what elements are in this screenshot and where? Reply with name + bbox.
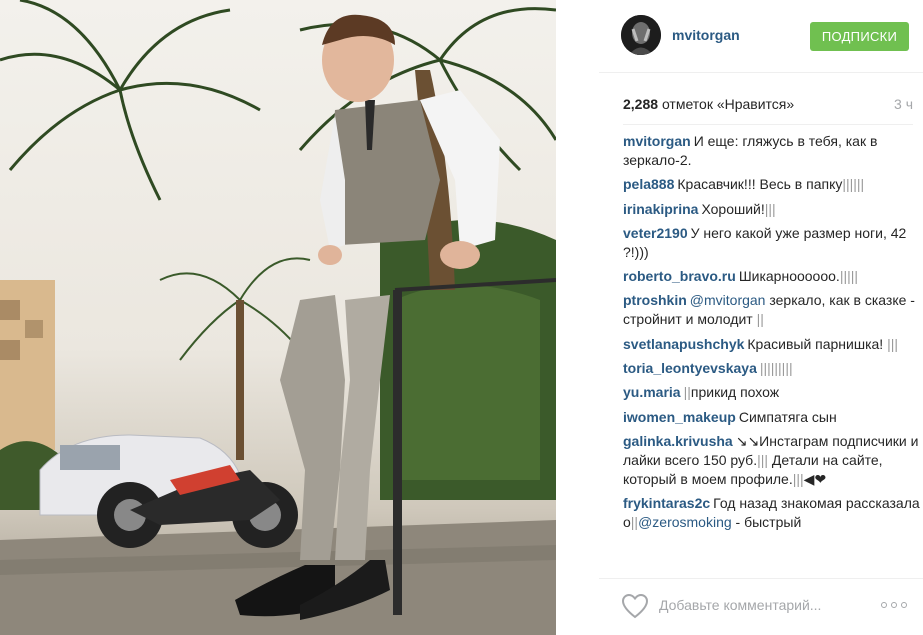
comment-emoji: || [683,384,691,401]
comment-username[interactable]: iwomen_makeup [623,409,736,425]
comment-item: svetlanapushchyk Красивый парнишка! ||| [623,335,923,354]
comment-item: irinakiprina Хороший!||| [623,200,923,219]
comment-username[interactable]: galinka.krivusha [623,433,733,449]
post-photo[interactable] [0,0,556,635]
comment-emoji: || [756,311,764,328]
comment-item: galinka.krivusha ↘↘Инстаграм подписчики и… [623,432,923,489]
comment-item: toria_leontyevskaya ||||||||| [623,359,923,378]
comment-username[interactable]: yu.maria [623,384,681,400]
comments-list: mvitorgan И еще: гляжусь в тебя, как в зе… [623,132,923,570]
comment-emoji: || [630,514,639,531]
comment-username[interactable]: toria_leontyevskaya [623,360,757,376]
comment-item: pela888 Красавчик!!! Весь в папку|||||| [623,175,923,194]
comment-item: roberto_bravo.ru Шикарноооооо.||||| [623,267,923,286]
comment-text: Хороший! [701,200,765,217]
comment-item: mvitorgan И еще: гляжусь в тебя, как в зе… [623,132,923,170]
avatar-icon[interactable] [621,15,661,55]
comment-username[interactable]: veter2190 [623,225,688,241]
comment-item: yu.maria ||прикид похож [623,383,923,402]
more-options-icon[interactable] [881,597,911,613]
comment-username[interactable]: ptroshkin [623,292,687,308]
comment-username[interactable]: irinakiprina [623,201,698,217]
heart-icon[interactable] [621,593,649,619]
comment-item: frykintaras2c Год назад знакомая рассказа… [623,494,923,532]
comment-item: iwomen_makeup Симпатяга сын [623,408,923,427]
comment-mention[interactable]: @mvitorgan [690,292,766,308]
follow-button[interactable]: ПОДПИСКИ [810,22,909,51]
comment-username[interactable]: svetlanapushchyk [623,336,744,352]
post-header: mvitorgan ПОДПИСКИ [599,0,923,73]
post-timestamp[interactable]: 3 ч [894,96,913,112]
likes-label: отметок «Нравится» [661,96,795,112]
divider [623,124,913,125]
comment-mention[interactable]: @zerosmoking [638,514,732,530]
comment-username[interactable]: roberto_bravo.ru [623,268,736,284]
post-author-username[interactable]: mvitorgan [672,27,740,43]
comment-emoji: ||||||||| [759,360,793,377]
comment-username[interactable]: pela888 [623,176,674,192]
comment-emoji: |||||| [842,176,865,193]
comment-item: ptroshkin @mvitorgan зеркало, как в сказк… [623,291,923,329]
comment-text: - быстрый [731,514,802,531]
comment-emoji: ||| [764,200,776,217]
likes-row: 2,288 отметок «Нравится» 3 ч [623,96,913,114]
comment-input[interactable] [659,594,859,616]
comment-text: прикид похож [690,384,780,401]
post-footer [599,578,923,635]
comment-text: Красивый парнишка! [747,335,888,352]
comment-emoji: ||| [792,470,804,487]
photo-illustration [0,0,556,635]
comment-item: veter2190 У него какой уже размер ноги, 4… [623,224,923,262]
post-details-panel: mvitorgan ПОДПИСКИ 2,288 отметок «Нравит… [599,0,923,635]
comment-text: Шикарноооооо. [738,268,840,285]
comment-text: ◀❤ [803,470,827,487]
comment-emoji: ||| [757,451,769,468]
comment-text: Симпатяга сын [738,408,837,425]
comment-username[interactable]: frykintaras2c [623,495,710,511]
comment-emoji: ||| [887,335,899,352]
comment-emoji: ||||| [839,268,858,285]
likes-count[interactable]: 2,288 [623,96,658,112]
comment-username[interactable]: mvitorgan [623,133,691,149]
comment-text: Красавчик!!! Весь в папку [677,176,843,193]
